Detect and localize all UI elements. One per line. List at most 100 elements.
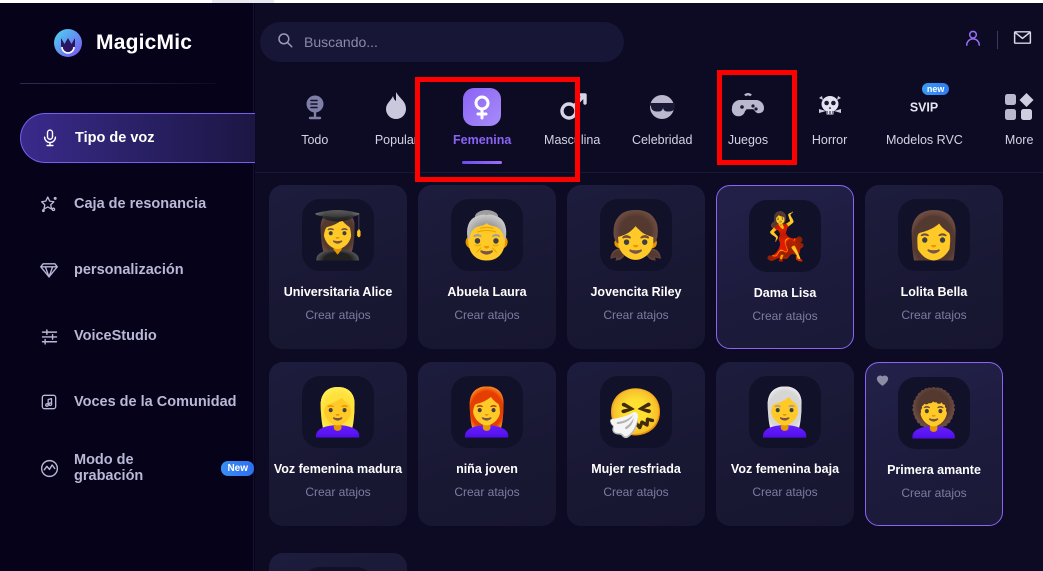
avatar-emoji: 👩‍🦳 [756,385,814,439]
voice-card-grid: 👩‍🎓 Universitaria Alice Crear atajos 👵 A… [269,185,1043,526]
voice-avatar: 👱‍♀️ [302,376,374,448]
voice-card-title: Abuela Laura [447,285,527,299]
voice-card-title: Mujer resfriada [591,462,681,476]
sidebar-item-voces-de-la-comunidad[interactable]: Voces de la Comunidad [0,377,254,427]
tab-more[interactable]: More [995,88,1043,147]
sidebar-item-modo-de-grabacion[interactable]: Modo de grabación New [0,443,254,493]
tab-label: Femenina [453,133,512,147]
voice-avatar [302,567,374,571]
tab-label: Popular [374,133,418,147]
voice-card[interactable]: 👩‍🦳 Voz femenina baja Crear atajos [716,362,854,526]
gamepad-icon [729,88,767,126]
voice-card-shortcut[interactable]: Crear atajos [901,486,966,500]
sidebar-item-label: personalización [74,262,184,278]
sidebar-item-personalizacion[interactable]: personalización [0,245,254,295]
voice-avatar: 👩‍🎓 [302,199,374,271]
voice-card-scroll-area[interactable]: 👩‍🎓 Universitaria Alice Crear atajos 👵 A… [255,173,1043,571]
sidebar-item-caja-de-resonancia[interactable]: Caja de resonancia [0,179,254,229]
tab-horror[interactable]: Horror [806,88,854,147]
active-tab-underline [462,161,503,164]
voice-card-title: Lolita Bella [900,285,968,299]
voice-card[interactable]: 👩‍🎓 Universitaria Alice Crear atajos [269,185,407,349]
voice-card[interactable]: 🤧 Mujer resfriada Crear atajos [567,362,705,526]
main-panel: Buscando... Todo Popular Femenina Mascul… [255,3,1043,571]
avatar-emoji: 👩‍🎓 [309,208,367,262]
voice-card[interactable]: 👱‍♀️ Voz femenina madura Crear atajos [269,362,407,526]
voice-card[interactable]: 👩 Lolita Bella Crear atajos [865,185,1003,349]
avatar-emoji: 👱‍♀️ [309,385,367,439]
voice-card-shortcut[interactable]: Crear atajos [901,308,966,322]
search-icon [276,31,294,54]
tab-label: Juegos [727,133,769,147]
search-placeholder: Buscando... [304,34,378,50]
tab-label: Todo [301,133,329,147]
grid-squares-icon [1000,88,1038,126]
voice-card[interactable]: 👩‍🦰 niña joven Crear atajos [418,362,556,526]
voice-card-title: Universitaria Alice [283,285,393,299]
header: Buscando... [255,3,1043,80]
music-folder-icon [38,391,60,413]
voice-card-title: Primera amante [887,463,981,477]
voice-card-title: Dama Lisa [753,286,817,300]
voice-card-shortcut[interactable]: Crear atajos [305,308,370,322]
category-tabs: Todo Popular Femenina Masculina Celebrid… [255,80,1043,164]
tab-juegos[interactable]: Juegos [724,88,772,147]
voice-avatar: 👩‍🦰 [451,376,523,448]
sidebar-item-tipo-de-voz[interactable]: Tipo de voz [20,113,268,163]
tab-label: Masculina [544,133,601,147]
tab-celebridad[interactable]: Celebridad [631,88,693,147]
mail-icon[interactable] [1012,27,1033,53]
magicmic-logo-icon [52,27,84,59]
avatar-emoji: 👩‍🦱 [905,386,963,440]
voice-card-partial[interactable] [269,553,407,571]
sidebar-item-label: Voces de la Comunidad [74,394,237,410]
voice-avatar: 👧 [600,199,672,271]
skull-icon [811,88,849,126]
tab-modelos-rvc[interactable]: SVIP new Modelos RVC [886,83,963,147]
sidebar-item-label: Modo de grabación [74,452,144,484]
voice-card[interactable]: 👧 Jovencita Riley Crear atajos [567,185,705,349]
status-badge-new: New [221,460,254,476]
search-input[interactable]: Buscando... [260,22,624,62]
voice-card-shortcut[interactable]: Crear atajos [752,309,817,323]
microphone-icon [39,127,61,149]
sidebar-nav: Tipo de voz Caja de resonancia personali… [0,113,268,509]
voice-card-shortcut[interactable]: Crear atajos [603,485,668,499]
tab-todo[interactable]: Todo [291,88,339,147]
voice-card-shortcut[interactable]: Crear atajos [454,308,519,322]
voice-card-selected[interactable]: 💃 Dama Lisa Crear atajos [716,185,854,349]
header-divider [997,31,998,49]
sliders-icon [38,325,60,347]
tab-popular[interactable]: Popular [373,88,421,147]
tab-masculina[interactable]: Masculina [544,88,600,147]
voice-avatar: 💃 [749,200,821,272]
voice-card-title: Jovencita Riley [590,285,682,299]
sidebar: MagicMic Tipo de voz Caja de resonancia … [0,3,268,571]
voice-avatar: 👵 [451,199,523,271]
avatar-emoji: 💃 [756,209,814,263]
sidebar-item-label: Tipo de voz [75,130,155,146]
voice-card-title: Voz femenina madura [273,462,403,476]
user-icon[interactable] [963,28,983,53]
microphone-all-icon [296,88,334,126]
diamond-icon [38,259,60,281]
sidebar-item-voicestudio[interactable]: VoiceStudio [0,311,254,361]
favorite-heart-icon[interactable] [874,371,891,393]
avatar-emoji: 👩‍🦰 [458,385,516,439]
svip-icon: SVIP new [905,83,950,126]
voice-card[interactable]: 👵 Abuela Laura Crear atajos [418,185,556,349]
voice-card-shortcut[interactable]: Crear atajos [454,485,519,499]
voice-avatar: 👩 [898,199,970,271]
brand-name: MagicMic [96,31,193,54]
voice-card-selected[interactable]: 👩‍🦱 Primera amante Crear atajos [865,362,1003,526]
tab-label: Celebridad [631,133,693,147]
waveform-circle-icon [38,457,60,479]
tab-femenina[interactable]: Femenina [453,88,512,164]
voice-card-shortcut[interactable]: Crear atajos [752,485,817,499]
avatar-emoji: 👩 [905,208,963,262]
flame-icon [377,88,415,126]
voice-card-shortcut[interactable]: Crear atajos [305,485,370,499]
sunglasses-face-icon [643,88,681,126]
voice-card-shortcut[interactable]: Crear atajos [603,308,668,322]
svg-text:SVIP: SVIP [910,101,938,115]
